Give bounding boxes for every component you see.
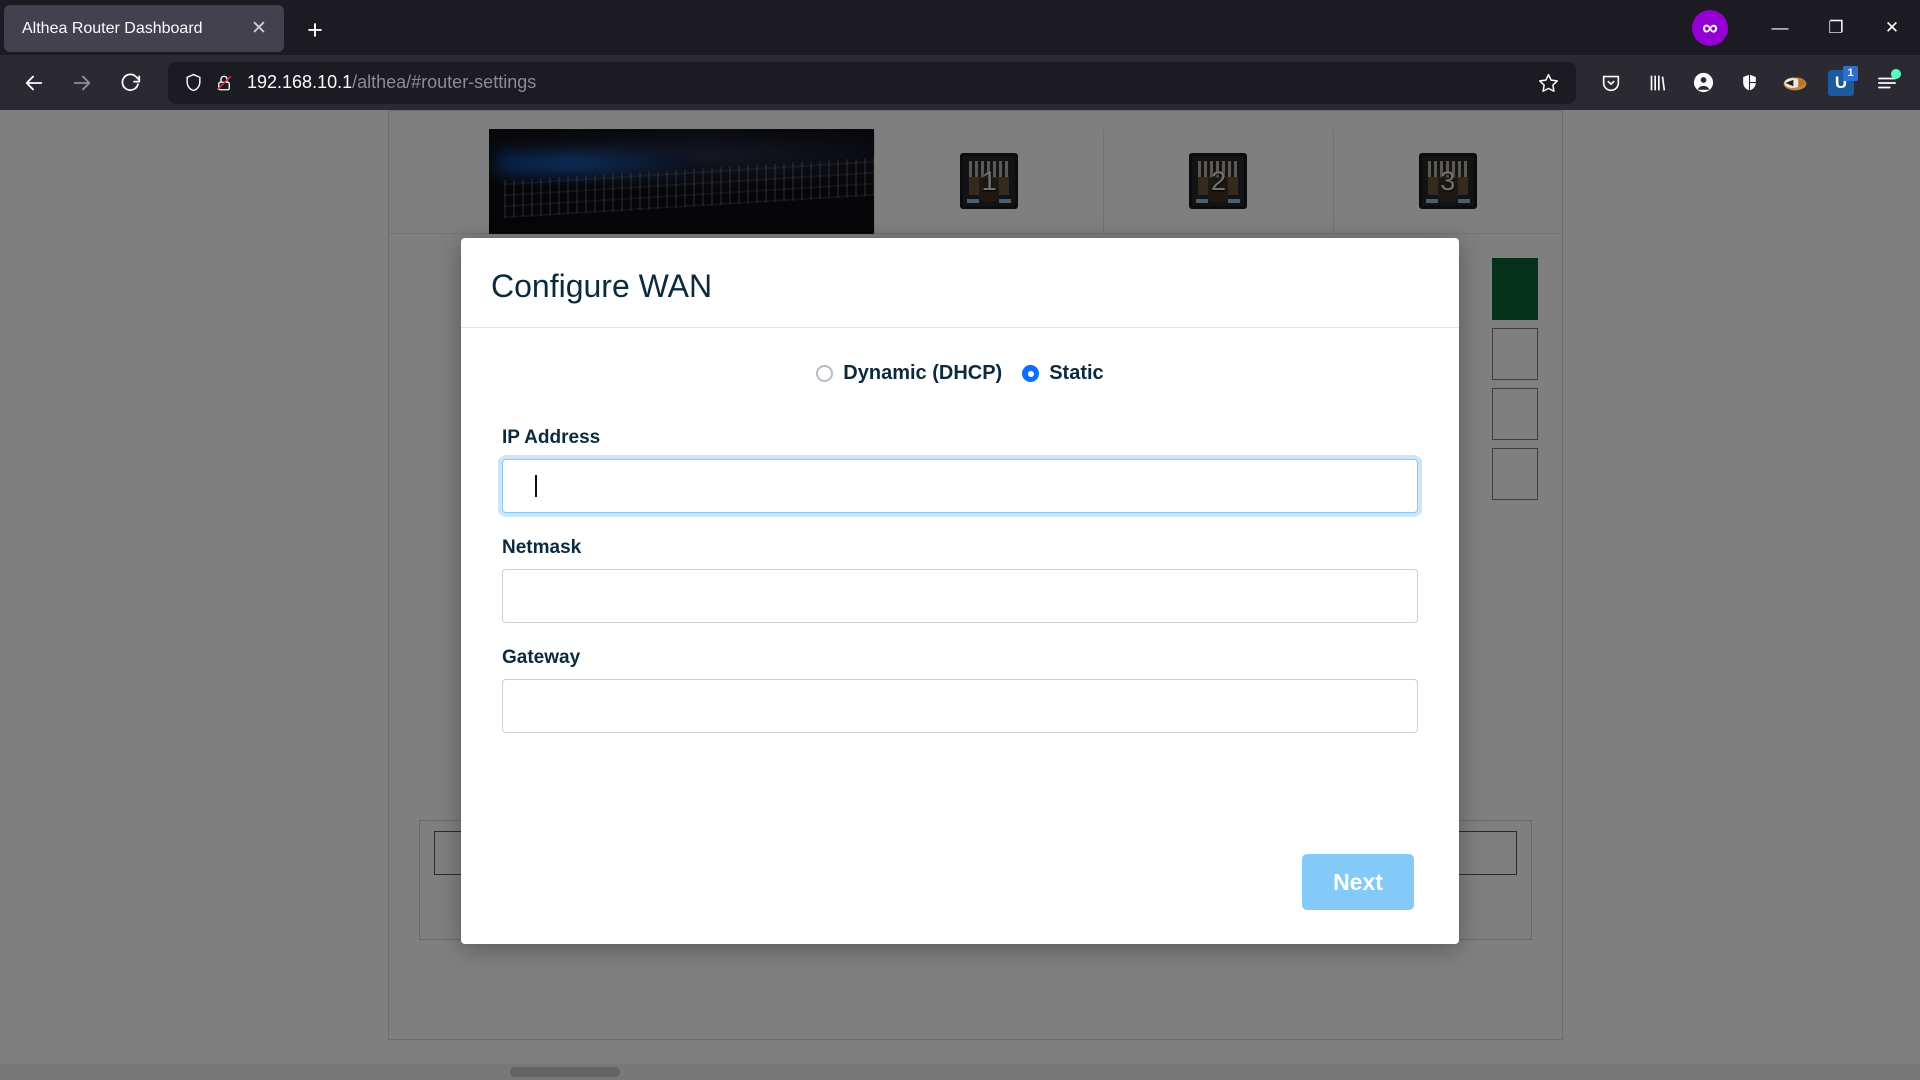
ublock-origin-icon[interactable]: U 1 (1818, 62, 1864, 104)
gateway-label: Gateway (502, 647, 581, 668)
radio-option-dhcp[interactable]: Dynamic (DHCP) (816, 362, 1002, 385)
ublock-badge-count: 1 (1843, 65, 1858, 81)
close-window-button[interactable]: ✕ (1864, 0, 1920, 55)
url-text[interactable]: 192.168.10.1/althea/#router-settings (247, 72, 1532, 93)
back-icon[interactable] (13, 62, 55, 104)
window-controls: ∞ — ❐ ✕ (1692, 0, 1920, 55)
url-path: /althea/#router-settings (352, 72, 537, 92)
app-menu-icon[interactable] (1864, 62, 1910, 104)
next-button[interactable]: Next (1302, 854, 1414, 910)
maximize-restore-button[interactable]: ❐ (1808, 0, 1864, 55)
private-browsing-mask-icon: ∞ (1692, 9, 1728, 46)
browser-window: Althea Router Dashboard ✕ + ∞ — ❐ ✕ 192.… (0, 0, 1920, 1080)
bookmark-star-icon[interactable] (1532, 72, 1564, 93)
radio-option-static[interactable]: Static (1022, 362, 1104, 385)
radio-static-icon[interactable] (1022, 365, 1040, 382)
pocket-icon[interactable] (1588, 62, 1634, 104)
privacy-badger-icon[interactable] (1772, 62, 1818, 104)
dialog-title: Configure WAN (491, 268, 713, 304)
tab-title: Althea Router Dashboard (22, 19, 203, 37)
field-ip-address: IP Address (502, 427, 1418, 513)
radio-dhcp-icon[interactable] (816, 365, 834, 382)
ip-address-input[interactable] (502, 459, 1418, 513)
text-cursor (535, 475, 537, 497)
field-gateway: Gateway (502, 647, 1418, 733)
ip-address-label: IP Address (502, 427, 601, 448)
gateway-input[interactable] (502, 679, 1418, 733)
account-icon[interactable] (1680, 62, 1726, 104)
radio-static-label: Static (1049, 362, 1104, 384)
reload-icon[interactable] (109, 62, 151, 104)
tab-close-icon[interactable]: ✕ (246, 16, 272, 42)
configure-wan-dialog: Configure WAN Dynamic (DHCP) Static IP A… (461, 238, 1459, 944)
extension-icon[interactable] (1726, 62, 1772, 104)
browser-tab-active[interactable]: Althea Router Dashboard ✕ (4, 5, 284, 52)
shield-icon[interactable] (184, 73, 203, 92)
minimize-button[interactable]: — (1752, 0, 1808, 55)
field-netmask: Netmask (502, 537, 1418, 623)
dialog-footer: Next (461, 844, 1459, 944)
wan-mode-radio-group: Dynamic (DHCP) Static (481, 362, 1439, 385)
url-host: 192.168.10.1 (247, 72, 353, 92)
navigation-toolbar: 192.168.10.1/althea/#router-settings U 1 (0, 55, 1920, 110)
new-tab-button[interactable]: + (296, 11, 334, 49)
netmask-label: Netmask (502, 537, 582, 558)
netmask-input[interactable] (502, 569, 1418, 623)
dialog-body: Dynamic (DHCP) Static IP Address Netmask (461, 328, 1459, 844)
dialog-header: Configure WAN (461, 238, 1459, 328)
library-icon[interactable] (1634, 62, 1680, 104)
tab-strip: Althea Router Dashboard ✕ + ∞ — ❐ ✕ (0, 0, 1920, 55)
address-bar[interactable]: 192.168.10.1/althea/#router-settings (168, 61, 1576, 104)
update-available-dot (1891, 68, 1901, 79)
radio-dhcp-label: Dynamic (DHCP) (843, 362, 1003, 384)
insecure-lock-icon[interactable] (215, 74, 233, 92)
toolbar-icons: U 1 (1588, 62, 1910, 104)
forward-icon[interactable] (61, 62, 103, 104)
